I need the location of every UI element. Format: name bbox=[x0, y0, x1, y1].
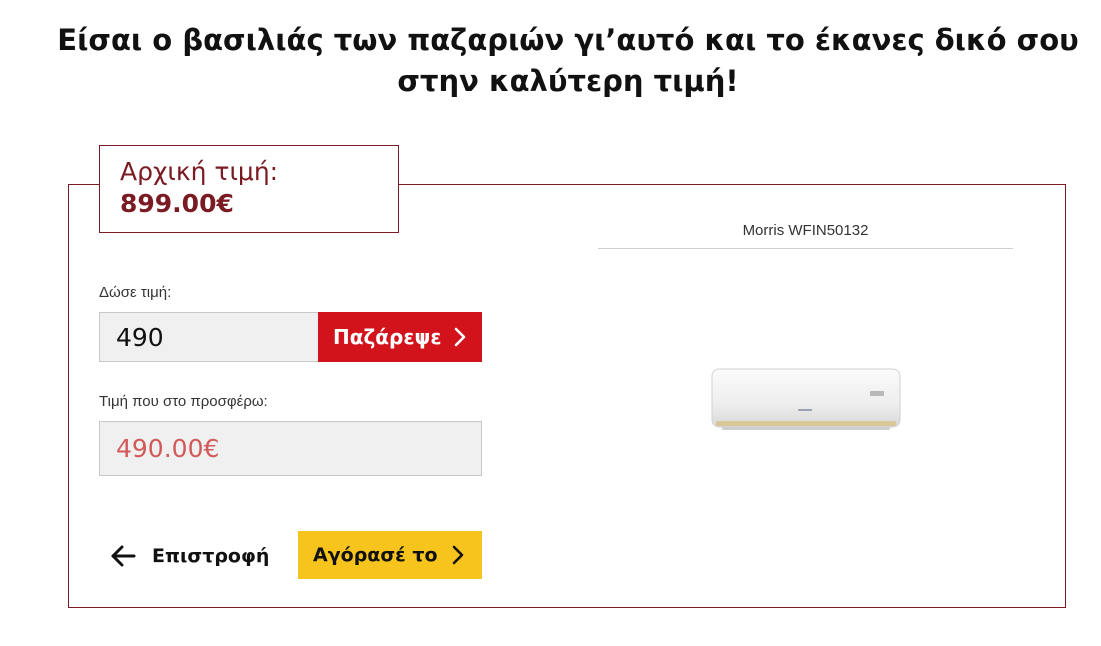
chevron-right-icon bbox=[454, 327, 466, 347]
buy-button-label: Αγόρασέ το bbox=[313, 544, 438, 566]
offer-price-input[interactable] bbox=[99, 312, 319, 362]
product-name: Morris WFIN50132 bbox=[598, 222, 1013, 249]
page-headline: Είσαι ο βασιλιάς των παζαριών γι’αυτό κα… bbox=[57, 23, 1079, 98]
back-link-label: Επιστροφή bbox=[152, 545, 270, 567]
offered-price-label: Τιμή που στο προσφέρω: bbox=[99, 393, 268, 410]
back-link[interactable]: Επιστροφή bbox=[110, 536, 269, 576]
chevron-right-icon bbox=[452, 545, 464, 565]
arrow-left-icon bbox=[110, 545, 136, 567]
bargain-button-label: Παζάρεψε bbox=[333, 325, 442, 349]
original-price-value: 899.00€ bbox=[120, 189, 234, 218]
offer-price-label: Δώσε τιμή: bbox=[99, 284, 172, 301]
original-price-label: Αρχική τιμή: bbox=[120, 157, 279, 186]
bargain-button[interactable]: Παζάρεψε bbox=[318, 312, 482, 362]
air-conditioner-image bbox=[708, 366, 904, 436]
original-price-box: Αρχική τιμή: 899.00€ bbox=[99, 145, 399, 233]
offered-price-value: 490.00€ bbox=[99, 421, 482, 476]
buy-button[interactable]: Αγόρασέ το bbox=[298, 531, 482, 579]
